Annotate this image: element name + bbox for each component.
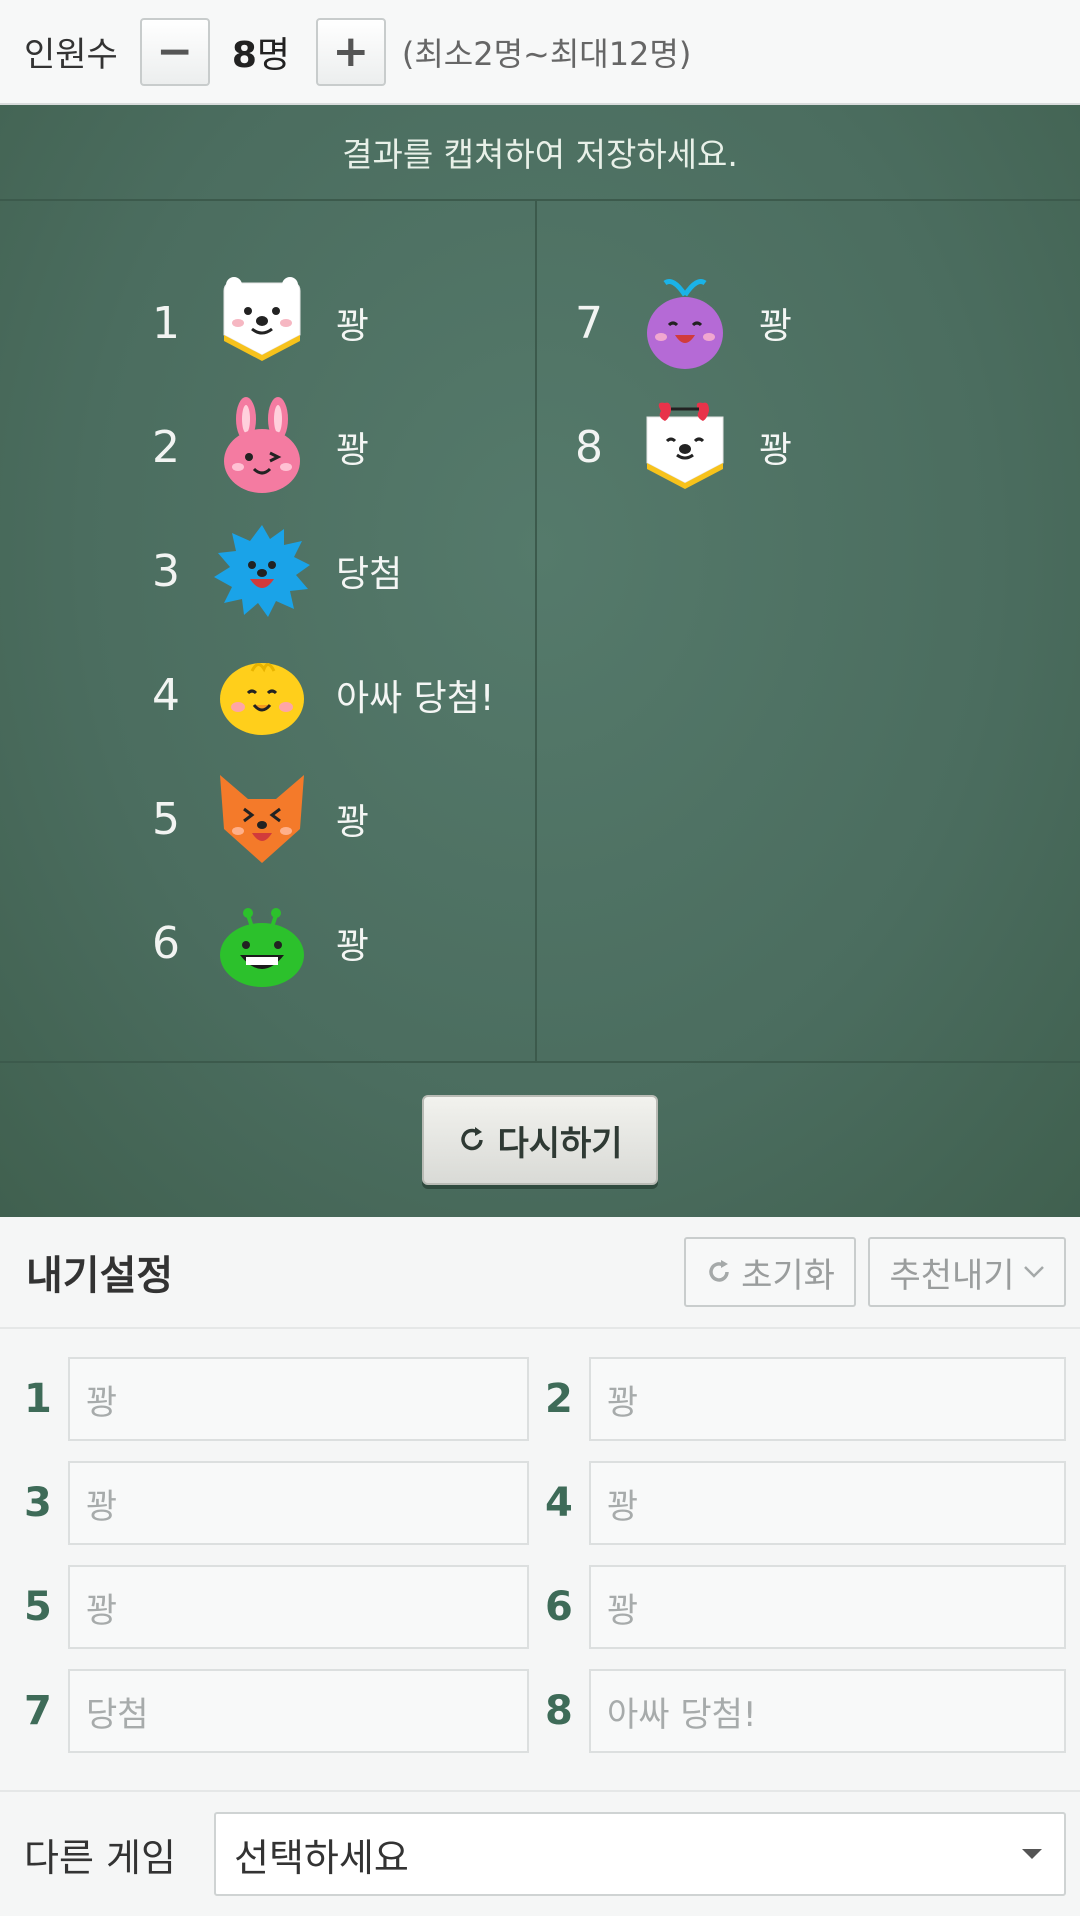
bet-number: 3 <box>24 1480 52 1526</box>
reset-button[interactable]: 초기화 <box>684 1237 856 1307</box>
settings-row: 1 꽝 2 꽝 <box>24 1347 1066 1451</box>
result-number: 4 <box>152 669 180 721</box>
result-text: 꽝 <box>336 306 370 347</box>
bet-number: 1 <box>24 1376 52 1422</box>
settings-row: 3 꽝 4 꽝 <box>24 1451 1066 1555</box>
refresh-icon <box>709 1260 729 1282</box>
bet-item: 6 꽝 <box>545 1555 1066 1659</box>
retry-button[interactable]: 다시하기 <box>422 1095 658 1185</box>
bet-number: 5 <box>24 1584 52 1630</box>
recommend-dropdown[interactable]: 추천내기 <box>868 1237 1066 1307</box>
bet-number: 2 <box>545 1376 573 1422</box>
caret-down-icon <box>1022 1849 1042 1859</box>
result-text: 아싸 당첨! <box>336 678 495 719</box>
reset-label: 초기화 <box>741 1255 835 1296</box>
decrease-button[interactable]: − <box>139 17 210 86</box>
refresh-icon <box>461 1127 484 1151</box>
result-number: 8 <box>575 421 603 473</box>
bet-number: 4 <box>545 1480 573 1526</box>
result-text: 꽝 <box>759 306 793 347</box>
bet-item: 1 꽝 <box>24 1347 545 1451</box>
bet-settings-grid: 1 꽝 2 꽝 3 꽝 4 꽝 5 꽝 6 꽝 7 당첨 8 아싸 당첨! <box>0 1329 1080 1763</box>
bet-number: 6 <box>545 1584 573 1630</box>
result-row: 3 당첨 <box>0 509 535 633</box>
bet-input-7[interactable]: 당첨 <box>68 1669 529 1753</box>
result-row: 2 꽝 <box>0 385 535 509</box>
result-number: 2 <box>152 421 180 473</box>
yellow-chick-icon <box>220 663 304 735</box>
result-number: 5 <box>152 793 180 845</box>
result-column-right: 7 꽝 8 꽝 <box>537 201 1080 1061</box>
bet-input-4[interactable]: 꽝 <box>589 1461 1066 1545</box>
result-list: 1 꽝 2 꽝 3 당첨 4 아싸 당첨! 5 꽝 6 꽝 7 꽝 8 꽝 <box>0 201 1080 1063</box>
player-count-value: 8명 <box>231 34 291 76</box>
bet-item: 7 당첨 <box>24 1659 545 1763</box>
result-text: 꽝 <box>759 430 793 471</box>
other-game-select[interactable]: 선택하세요 <box>214 1812 1066 1896</box>
result-number: 1 <box>152 297 180 349</box>
bet-item: 8 아싸 당첨! <box>545 1659 1066 1763</box>
pink-rabbit-icon <box>224 397 300 493</box>
result-column-left: 1 꽝 2 꽝 3 당첨 4 아싸 당첨! 5 꽝 6 꽝 <box>0 201 537 1061</box>
bet-number: 7 <box>24 1688 52 1734</box>
green-frog-icon <box>220 908 304 987</box>
player-count-label: 인원수 <box>24 35 118 75</box>
white-bear-icon <box>223 277 301 361</box>
bet-input-2[interactable]: 꽝 <box>589 1357 1066 1441</box>
sunglasses-puppy-icon <box>646 402 724 489</box>
result-number: 7 <box>575 297 603 349</box>
other-game-bar: 다른 게임 선택하세요 <box>0 1790 1080 1916</box>
result-text: 꽝 <box>336 430 370 471</box>
chevron-down-icon <box>1023 1266 1044 1278</box>
board-footer: 다시하기 <box>0 1063 1080 1217</box>
settings-row: 5 꽝 6 꽝 <box>24 1555 1066 1659</box>
player-count-bar: 인원수 − 8명 + (최소2명~최대12명) <box>0 0 1080 105</box>
bet-item: 2 꽝 <box>545 1347 1066 1451</box>
result-board: 결과를 캡쳐하여 저장하세요. 1 꽝 2 꽝 3 당첨 4 아싸 당첨! 5 … <box>0 105 1080 1217</box>
other-game-label: 다른 게임 <box>24 1835 176 1880</box>
bet-item: 3 꽝 <box>24 1451 545 1555</box>
result-number: 3 <box>152 545 180 597</box>
settings-title: 내기설정 <box>26 1253 174 1299</box>
result-text: 꽝 <box>336 926 370 967</box>
other-game-selected: 선택하세요 <box>234 1835 409 1880</box>
result-row: 8 꽝 <box>537 385 1080 509</box>
board-header: 결과를 캡쳐하여 저장하세요. <box>0 105 1080 201</box>
bet-input-8[interactable]: 아싸 당첨! <box>589 1669 1066 1753</box>
result-row: 7 꽝 <box>537 261 1080 385</box>
increase-button[interactable]: + <box>315 17 386 86</box>
retry-label: 다시하기 <box>497 1123 623 1164</box>
player-range-hint: (최소2명~최대12명) <box>401 34 692 73</box>
blue-hedgehog-icon <box>214 525 310 617</box>
bet-item: 4 꽝 <box>545 1451 1066 1555</box>
result-row: 1 꽝 <box>0 261 535 385</box>
result-text: 당첨 <box>336 554 403 595</box>
recommend-label: 추천내기 <box>889 1255 1015 1296</box>
settings-header: 내기설정 초기화 추천내기 <box>0 1217 1080 1329</box>
result-text: 꽝 <box>336 802 370 843</box>
bet-input-3[interactable]: 꽝 <box>68 1461 529 1545</box>
purple-whale-icon <box>647 279 723 369</box>
bet-number: 8 <box>545 1688 573 1734</box>
result-row: 4 아싸 당첨! <box>0 633 535 757</box>
bet-item: 5 꽝 <box>24 1555 545 1659</box>
result-number: 6 <box>152 917 180 969</box>
bet-input-5[interactable]: 꽝 <box>68 1565 529 1649</box>
orange-fox-icon <box>220 775 304 863</box>
bet-input-1[interactable]: 꽝 <box>68 1357 529 1441</box>
settings-row: 7 당첨 8 아싸 당첨! <box>24 1659 1066 1763</box>
bet-input-6[interactable]: 꽝 <box>589 1565 1066 1649</box>
result-row: 6 꽝 <box>0 881 535 1005</box>
result-row: 5 꽝 <box>0 757 535 881</box>
